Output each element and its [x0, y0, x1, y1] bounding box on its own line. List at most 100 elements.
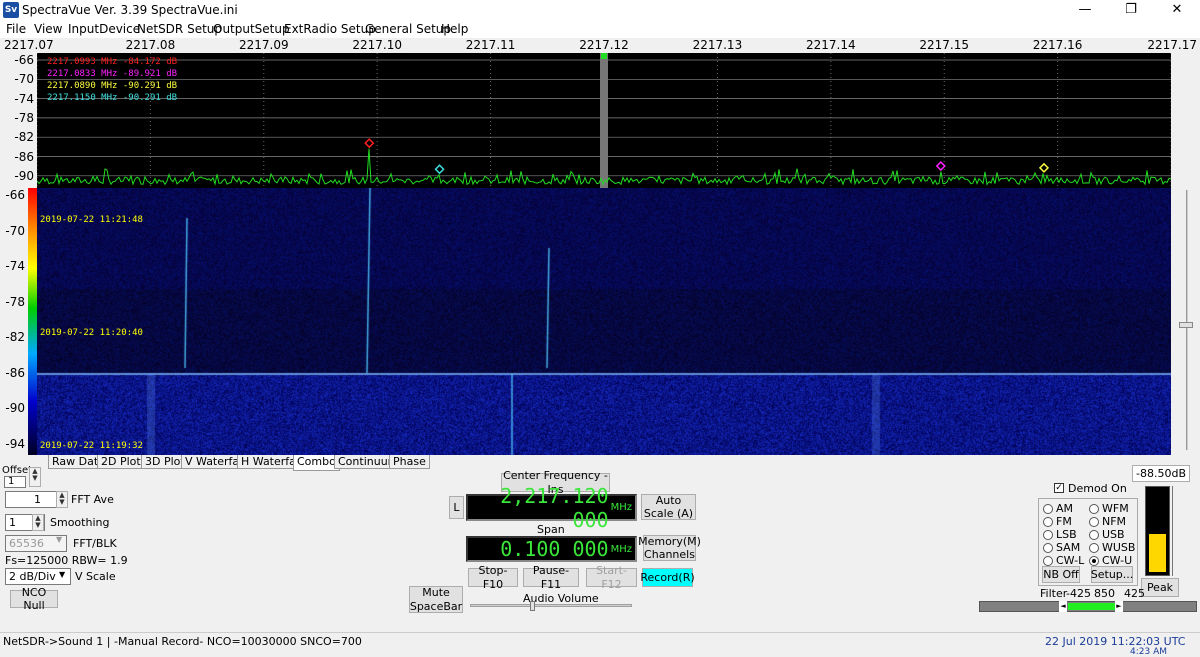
peak-marker-red	[364, 138, 375, 149]
radio-wusb[interactable]	[1089, 542, 1099, 553]
waterfall-display[interactable]: 2019-07-22 11:21:48 2019-07-22 11:20:40 …	[37, 188, 1171, 455]
fs-rbw-info: Fs=125000 RBW= 1.9	[5, 554, 128, 567]
y-tick-label: -82	[14, 130, 34, 145]
center-frequency-tab	[601, 53, 607, 59]
menu-inputdevice[interactable]: InputDevice	[68, 22, 140, 36]
radio-cw-l[interactable]	[1043, 555, 1053, 566]
offset-label: Offset	[2, 465, 33, 476]
waterfall-color-bar	[28, 188, 37, 455]
vertical-slider[interactable]	[1179, 190, 1193, 450]
spectrum-svg	[37, 53, 1171, 188]
span-display[interactable]: 0.100 000 MHz	[466, 536, 637, 562]
radio-wfm[interactable]	[1089, 503, 1099, 514]
mode-sam-label: SAM	[1056, 541, 1081, 554]
setup-button[interactable]: Setup...	[1091, 566, 1133, 583]
l-button[interactable]: L	[449, 496, 464, 519]
nb-off-button[interactable]: NB Off	[1042, 566, 1080, 583]
menu-outputsetup[interactable]: OutputSetup	[213, 22, 290, 36]
window-title: SpectraVue Ver. 3.39 SpectraVue.ini	[22, 3, 238, 17]
smoothing-label: Smoothing	[50, 516, 110, 529]
minimize-button[interactable]: —	[1062, 0, 1108, 21]
mode-wusb[interactable]: WUSB	[1089, 541, 1135, 554]
peak-marker-magenta	[935, 160, 946, 172]
y-tick-label: -66	[14, 53, 34, 67]
vscale-dropdown-icon[interactable]: ▼	[59, 570, 65, 579]
radio-cw-u[interactable]	[1089, 555, 1099, 566]
peak-marker-cyan	[434, 164, 445, 175]
mode-nfm[interactable]: NFM	[1089, 515, 1126, 528]
radio-lsb[interactable]	[1043, 529, 1053, 540]
filter-passband[interactable]	[1068, 603, 1115, 610]
y-tick-label: -66	[5, 188, 25, 202]
freq-tick-label: 2217.13	[692, 38, 743, 52]
status-bar: NetSDR->Sound 1 | -Manual Record- NCO=10…	[0, 632, 1200, 657]
level-meter-fill	[1149, 534, 1166, 572]
menu-extradio-setup[interactable]: ExtRadio Setup	[284, 22, 376, 36]
filter-width: 850	[1094, 587, 1115, 600]
menu-help[interactable]: Help	[441, 22, 468, 36]
peak-button[interactable]: Peak	[1141, 578, 1179, 597]
mode-usb[interactable]: USB	[1089, 528, 1125, 541]
menu-file[interactable]: File	[6, 22, 26, 36]
demod-on-checkbox[interactable]: ✓	[1054, 483, 1064, 493]
menu-view[interactable]: View	[34, 22, 62, 36]
radio-sam[interactable]	[1043, 542, 1053, 553]
mode-sam[interactable]: SAM	[1043, 541, 1080, 554]
auto-scale-button[interactable]: Auto Scale (A)	[641, 494, 696, 520]
audio-volume-thumb[interactable]	[530, 601, 535, 611]
vertical-slider-thumb[interactable]	[1179, 322, 1193, 328]
tab-2d-plot[interactable]: 2D Plot	[97, 455, 145, 469]
status-clock: 4:23 AM	[1130, 647, 1167, 657]
memory-channels-button[interactable]: Memory(M) Channels	[638, 535, 701, 561]
fft-blk-dropdown-icon[interactable]: ▼	[56, 535, 62, 544]
waterfall-canvas	[37, 188, 1171, 455]
radio-am[interactable]	[1043, 503, 1053, 514]
radio-usb[interactable]	[1089, 529, 1099, 540]
close-button[interactable]: ✕	[1154, 0, 1200, 21]
freq-tick-label: 2217.11	[465, 38, 516, 52]
demod-on-label: Demod On	[1068, 482, 1127, 495]
pause-button[interactable]: Pause-F11	[523, 564, 579, 591]
start-button[interactable]: Start-F12	[586, 564, 637, 591]
filter-high: 425	[1124, 587, 1145, 600]
filter-right-handle[interactable]: ►	[1115, 601, 1123, 612]
stop-button[interactable]: Stop-F10	[468, 564, 518, 591]
nco-null-button[interactable]: NCO Null	[10, 586, 58, 612]
tab-phase[interactable]: Phase	[389, 455, 430, 469]
mode-lsb[interactable]: LSB	[1043, 528, 1077, 541]
y-tick-label: -94	[5, 436, 25, 451]
mute-button[interactable]: Mute SpaceBar	[409, 586, 463, 613]
mode-nfm-label: NFM	[1102, 515, 1127, 528]
mode-wfm[interactable]: WFM	[1089, 502, 1129, 515]
freq-tick-label: 2217.10	[352, 38, 402, 52]
spectrum-y-axis: -66 -70 -74 -78 -82 -86 -90	[0, 53, 37, 188]
offset-input[interactable]: 1	[4, 476, 26, 488]
offset-spinner[interactable]: ▲ ▼	[29, 467, 41, 487]
filter-left-handle[interactable]: ◄	[1059, 601, 1067, 612]
freq-tick-label: 2217.12	[579, 38, 629, 52]
peak-marker-yellow	[1038, 162, 1050, 173]
filter-bandwidth-slider[interactable]: ◄ ►	[979, 601, 1197, 612]
record-button[interactable]: Record(R)	[640, 568, 695, 587]
y-tick-label: -70	[5, 223, 25, 238]
level-readout: -88.50dB	[1132, 465, 1190, 482]
y-tick-label: -78	[5, 294, 25, 309]
filter-low: -425	[1066, 587, 1091, 600]
smoothing-spinner[interactable]: ▲ ▼	[32, 514, 44, 531]
center-frequency-display[interactable]: 2,217.120 000 MHz	[466, 484, 637, 532]
marker-readout-cyan: 2217.1150 MHz -90.291 dB	[47, 93, 178, 103]
mode-am[interactable]: AM	[1043, 502, 1073, 515]
audio-volume-slider[interactable]	[470, 601, 632, 611]
mode-am-label: AM	[1056, 502, 1074, 515]
menu-netsdr-setup[interactable]: NetSDR Setup	[137, 22, 222, 36]
tab-combo[interactable]: Combo	[293, 455, 340, 471]
radio-nfm[interactable]	[1089, 516, 1099, 527]
mode-fm[interactable]: FM	[1043, 515, 1072, 528]
radio-fm[interactable]	[1043, 516, 1053, 527]
restore-button[interactable]: ❐	[1108, 0, 1154, 21]
fft-ave-spinner[interactable]: ▲ ▼	[56, 491, 68, 508]
spectrum-plot[interactable]: 2217.0993 MHz -84.172 dB 2217.0833 MHz -…	[37, 53, 1171, 188]
filter-label: Filter	[1040, 587, 1068, 600]
menu-general-setup[interactable]: General Setup	[365, 22, 451, 36]
center-frequency-unit: MHz	[610, 502, 632, 513]
